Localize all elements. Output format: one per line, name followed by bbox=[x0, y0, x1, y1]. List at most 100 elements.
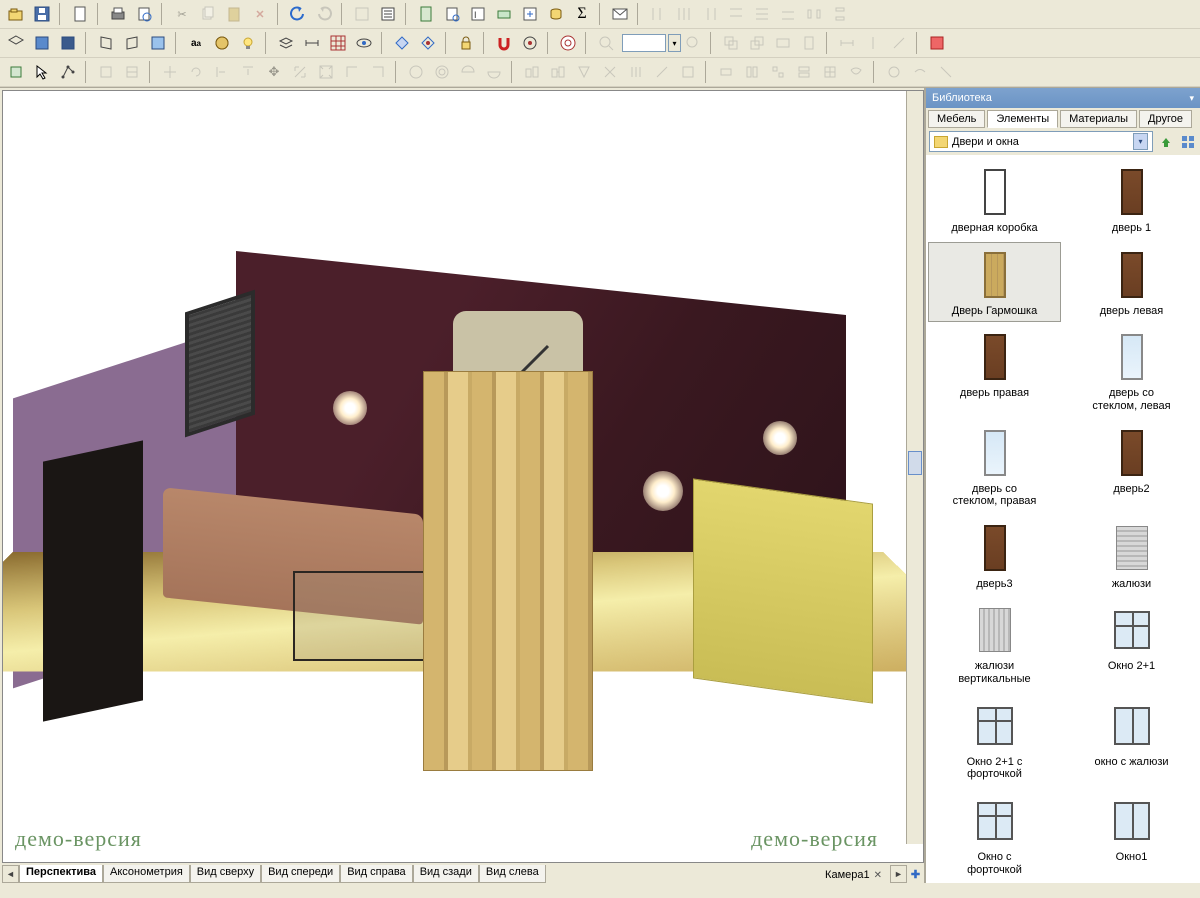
library-item-14[interactable]: Окно с форточкой bbox=[928, 788, 1061, 881]
scroll-right-icon[interactable]: ► bbox=[890, 865, 907, 883]
library-item-3[interactable]: дверь левая bbox=[1065, 242, 1198, 323]
snap-point-icon[interactable] bbox=[416, 31, 440, 55]
spec-icon[interactable]: I bbox=[466, 2, 490, 26]
collapse-icon[interactable]: ▾ bbox=[1189, 93, 1194, 104]
print-preview-icon[interactable] bbox=[132, 2, 156, 26]
snap-diamond-icon[interactable] bbox=[390, 31, 414, 55]
library-tab-2[interactable]: Материалы bbox=[1060, 110, 1137, 128]
dropdown-icon[interactable]: ▾ bbox=[1133, 133, 1148, 150]
zoom-dropdown-icon[interactable]: ▾ bbox=[668, 34, 681, 52]
library-item-label: Окно 2+1 с форточкой bbox=[950, 756, 1040, 781]
library-thumb bbox=[973, 602, 1017, 658]
library-item-7[interactable]: дверь2 bbox=[1065, 420, 1198, 513]
open-icon[interactable] bbox=[4, 2, 28, 26]
view-tab-5[interactable]: Вид сзади bbox=[413, 865, 479, 883]
library-item-2[interactable]: Дверь Гармошка bbox=[928, 242, 1061, 323]
library-grid-icon[interactable] bbox=[1179, 133, 1197, 151]
export-icon[interactable] bbox=[518, 2, 542, 26]
library-item-6[interactable]: дверь со стеклом, правая bbox=[928, 420, 1061, 513]
library-tab-3[interactable]: Другое bbox=[1139, 110, 1192, 128]
library-item-13[interactable]: окно с жалюзи bbox=[1065, 693, 1198, 786]
save-icon[interactable] bbox=[30, 2, 54, 26]
vertical-scrollbar[interactable] bbox=[906, 91, 923, 844]
library-item-4[interactable]: дверь правая bbox=[928, 324, 1061, 417]
library-item-15[interactable]: Окно1 bbox=[1065, 788, 1198, 881]
scene-fold-door bbox=[423, 371, 593, 771]
camera-close-icon[interactable]: ✕ bbox=[874, 870, 882, 881]
zoom2-icon bbox=[681, 31, 705, 55]
sigma-icon[interactable]: Σ bbox=[570, 2, 594, 26]
grid-icon[interactable] bbox=[326, 31, 350, 55]
view-left-icon[interactable] bbox=[94, 31, 118, 55]
view-tab-3[interactable]: Вид спереди bbox=[261, 865, 340, 883]
bill-icon[interactable] bbox=[492, 2, 516, 26]
view-tab-6[interactable]: Вид слева bbox=[479, 865, 546, 883]
library-item-12[interactable]: Окно 2+1 с форточкой bbox=[928, 693, 1061, 786]
add-view-icon[interactable]: ✚ bbox=[907, 865, 924, 883]
view-tab-1[interactable]: Аксонометрия bbox=[103, 865, 190, 883]
dimension-icon[interactable] bbox=[300, 31, 324, 55]
light-icon[interactable] bbox=[236, 31, 260, 55]
calc-icon[interactable] bbox=[414, 2, 438, 26]
magnet-icon[interactable] bbox=[492, 31, 516, 55]
op-half2-icon bbox=[482, 60, 506, 84]
db-icon[interactable] bbox=[544, 2, 568, 26]
scroll-left-icon[interactable]: ◄ bbox=[2, 865, 19, 883]
library-item-label: Окно с форточкой bbox=[950, 851, 1040, 876]
mail-icon[interactable] bbox=[608, 2, 632, 26]
library-item-9[interactable]: жалюзи bbox=[1065, 515, 1198, 596]
tool-build-icon[interactable] bbox=[4, 60, 28, 84]
join-6-icon bbox=[844, 60, 868, 84]
camera-tab[interactable]: Камера1✕ bbox=[821, 865, 886, 883]
mirror-h-icon bbox=[210, 60, 234, 84]
view-iso-icon[interactable] bbox=[4, 31, 28, 55]
view-front-icon[interactable] bbox=[30, 31, 54, 55]
view-back-icon[interactable] bbox=[56, 31, 80, 55]
grp-1-icon bbox=[520, 60, 544, 84]
library-tab-1[interactable]: Элементы bbox=[987, 110, 1058, 128]
demo-watermark-right: демо-версия bbox=[751, 826, 878, 852]
material-icon[interactable] bbox=[210, 31, 234, 55]
library-grid[interactable]: дверная коробкадверь 1Дверь Гармошкадвер… bbox=[926, 155, 1200, 883]
view-top-icon[interactable] bbox=[146, 31, 170, 55]
view-tab-0[interactable]: Перспектива bbox=[19, 865, 103, 883]
tool-select-icon[interactable] bbox=[30, 60, 54, 84]
eye-icon[interactable] bbox=[352, 31, 376, 55]
new-doc-icon[interactable] bbox=[68, 2, 92, 26]
report-icon[interactable] bbox=[440, 2, 464, 26]
properties-icon[interactable] bbox=[376, 2, 400, 26]
viewport-canvas[interactable]: демо-версия демо-версия bbox=[2, 90, 924, 863]
toolbar-row-1: ✂ ✕ I Σ bbox=[0, 0, 1200, 29]
library-thumb bbox=[1110, 520, 1154, 576]
grp-4-icon bbox=[598, 60, 622, 84]
library-item-8[interactable]: дверь3 bbox=[928, 515, 1061, 596]
undo-icon[interactable] bbox=[286, 2, 310, 26]
library-item-5[interactable]: дверь со стеклом, левая bbox=[1065, 324, 1198, 417]
library-tab-0[interactable]: Мебель bbox=[928, 110, 985, 128]
zoom-input[interactable] bbox=[622, 34, 666, 52]
text-tool-icon[interactable]: aa bbox=[184, 31, 208, 55]
library-title-bar[interactable]: Библиотека ▾ bbox=[926, 88, 1200, 108]
library-item-11[interactable]: Окно 2+1 bbox=[1065, 597, 1198, 690]
op-ring-icon bbox=[430, 60, 454, 84]
dim-v-icon bbox=[861, 31, 885, 55]
library-item-10[interactable]: жалюзи вертикальные bbox=[928, 597, 1061, 690]
layers-icon[interactable] bbox=[274, 31, 298, 55]
render-icon[interactable] bbox=[925, 31, 949, 55]
target-icon[interactable] bbox=[518, 31, 542, 55]
library-item-label: дверь правая bbox=[960, 387, 1029, 400]
view-right-icon[interactable] bbox=[120, 31, 144, 55]
view-tab-2[interactable]: Вид сверху bbox=[190, 865, 261, 883]
library-item-0[interactable]: дверная коробка bbox=[928, 159, 1061, 240]
library-item-1[interactable]: дверь 1 bbox=[1065, 159, 1198, 240]
library-up-icon[interactable] bbox=[1157, 133, 1175, 151]
lock-icon[interactable] bbox=[454, 31, 478, 55]
library-folder-combo[interactable]: Двери и окна ▾ bbox=[929, 131, 1153, 152]
view-tab-4[interactable]: Вид справа bbox=[340, 865, 413, 883]
lifebuoy-icon[interactable] bbox=[556, 31, 580, 55]
library-thumb bbox=[973, 247, 1017, 303]
grp-6-icon bbox=[650, 60, 674, 84]
tool-node-icon[interactable] bbox=[56, 60, 80, 84]
zoom-icon bbox=[594, 31, 618, 55]
print-icon[interactable] bbox=[106, 2, 130, 26]
